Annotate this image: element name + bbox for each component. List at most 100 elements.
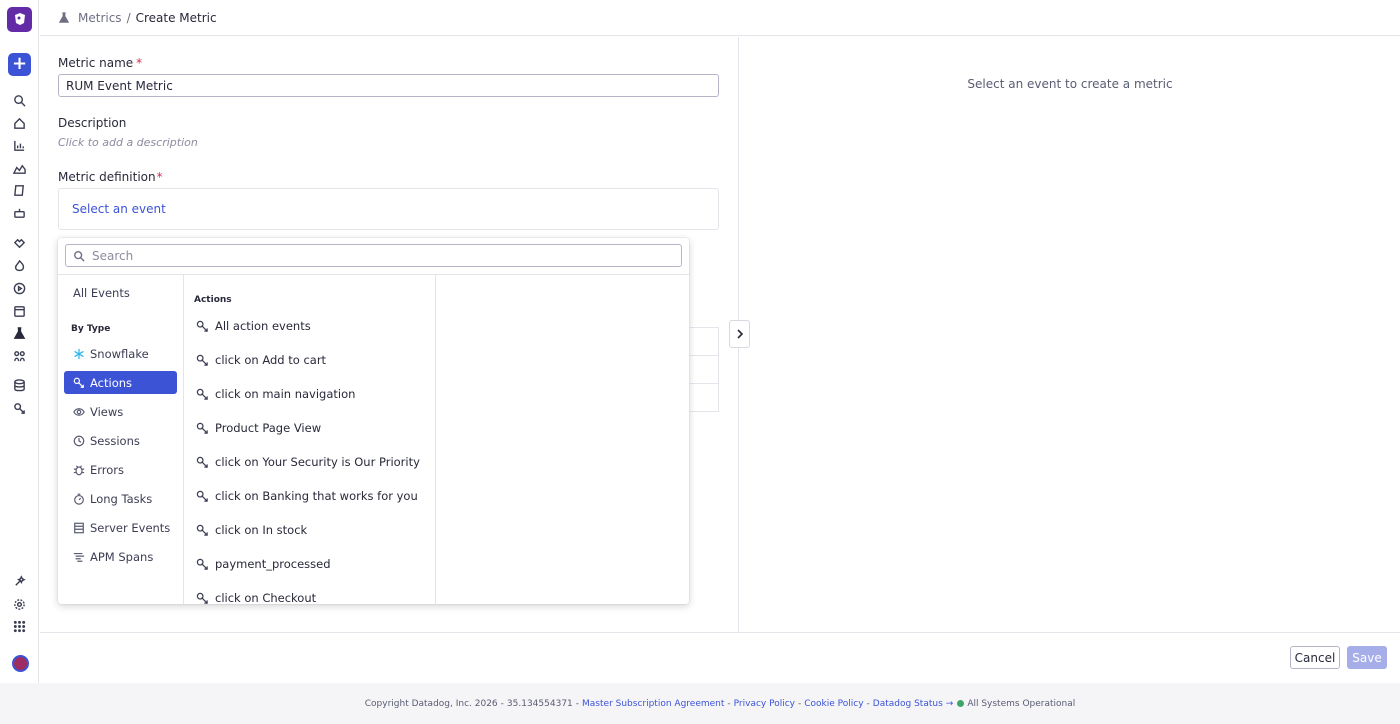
privacy-policy-link[interactable]: Privacy Policy bbox=[734, 699, 795, 709]
version-text: 35.134554371 bbox=[506, 698, 573, 709]
synthetics-icon[interactable] bbox=[11, 303, 27, 319]
preview-pane: Select an event to create a metric bbox=[740, 37, 1400, 632]
user-avatar[interactable] bbox=[12, 655, 29, 672]
event-picker-columns: All Events By Type Snowflake Actions Vie… bbox=[58, 274, 689, 604]
arrow-right-icon: → bbox=[945, 698, 954, 709]
sparkle-icon[interactable] bbox=[11, 573, 27, 589]
action-icon bbox=[196, 592, 208, 604]
dashboards-icon[interactable] bbox=[11, 137, 27, 153]
action-icon bbox=[73, 377, 84, 388]
event-item-label: Product Page View bbox=[215, 421, 322, 435]
by-type-heading: By Type bbox=[71, 324, 111, 334]
event-picker-dropdown: All Events By Type Snowflake Actions Vie… bbox=[58, 238, 689, 604]
type-item-server-events[interactable]: Server Events bbox=[64, 516, 177, 539]
datadog-logo-icon[interactable] bbox=[7, 7, 32, 32]
event-item[interactable]: click on In stock bbox=[196, 523, 307, 537]
action-icon bbox=[196, 456, 208, 468]
event-item[interactable]: click on Add to cart bbox=[196, 353, 326, 367]
event-item[interactable]: click on main navigation bbox=[196, 387, 355, 401]
status-dot-icon bbox=[957, 700, 965, 707]
clock-icon bbox=[73, 435, 85, 446]
type-item-label: Snowflake bbox=[90, 346, 149, 361]
metric-definition-label: Metric definition* bbox=[58, 170, 163, 184]
home-icon[interactable] bbox=[11, 115, 27, 131]
type-item-views[interactable]: Views bbox=[64, 400, 177, 423]
notebooks-icon[interactable] bbox=[11, 182, 27, 198]
play-icon[interactable] bbox=[11, 280, 27, 296]
breadcrumb: Metrics / Create Metric bbox=[40, 0, 1400, 36]
type-item-sessions[interactable]: Sessions bbox=[64, 429, 177, 452]
type-item-label: APM Spans bbox=[90, 549, 154, 564]
event-item-label: click on In stock bbox=[215, 523, 308, 537]
breadcrumb-separator: / bbox=[126, 10, 131, 25]
sidebar: + bbox=[0, 0, 39, 683]
action-icon bbox=[196, 388, 208, 400]
server-icon bbox=[74, 522, 84, 533]
event-item-label: click on Checkout bbox=[215, 591, 317, 604]
actions-heading: Actions bbox=[194, 295, 232, 305]
event-search-input[interactable] bbox=[92, 248, 681, 263]
event-search bbox=[65, 244, 682, 267]
type-item-label: Long Tasks bbox=[90, 491, 153, 506]
database-icon[interactable] bbox=[11, 377, 27, 393]
event-item[interactable]: click on Banking that works for you bbox=[196, 489, 418, 503]
eye-icon bbox=[73, 407, 85, 416]
type-item-label: Actions bbox=[90, 375, 133, 390]
all-events-item[interactable]: All Events bbox=[73, 286, 130, 300]
action-icon bbox=[196, 320, 208, 332]
integrations-icon[interactable] bbox=[11, 348, 27, 364]
event-item[interactable]: All action events bbox=[196, 319, 311, 333]
search-icon bbox=[74, 250, 85, 262]
datadog-status-link[interactable]: Datadog Status bbox=[873, 699, 943, 709]
action-icon bbox=[196, 490, 208, 502]
description-field[interactable]: Click to add a description bbox=[58, 136, 198, 149]
type-item-label: Errors bbox=[90, 462, 125, 477]
type-item-actions[interactable]: Actions bbox=[64, 371, 177, 394]
rum-icon[interactable] bbox=[11, 400, 27, 416]
form-action-bar bbox=[40, 632, 1400, 682]
security-icon[interactable] bbox=[11, 258, 27, 274]
cookie-policy-link[interactable]: Cookie Policy bbox=[804, 699, 863, 709]
infrastructure-icon[interactable] bbox=[11, 160, 27, 176]
gear-icon[interactable] bbox=[11, 596, 27, 612]
copyright-text: Copyright Datadog, Inc. 2026 bbox=[364, 698, 498, 709]
type-item-apm-spans[interactable]: APM Spans bbox=[64, 545, 177, 568]
snowflake-icon bbox=[74, 348, 84, 359]
breadcrumb-metrics-link[interactable]: Metrics bbox=[78, 11, 122, 25]
action-icon bbox=[196, 354, 208, 366]
robot-icon[interactable] bbox=[11, 205, 27, 221]
event-item[interactable]: click on Your Security is Our Priority bbox=[196, 455, 420, 469]
new-item-plus-icon[interactable]: + bbox=[8, 53, 31, 76]
flask-icon bbox=[58, 11, 70, 23]
metric-definition-box: Select an event bbox=[58, 188, 719, 230]
metric-name-label: Metric name * bbox=[58, 56, 143, 70]
event-item[interactable]: click on Checkout bbox=[196, 591, 316, 604]
save-button[interactable]: Save bbox=[1347, 646, 1387, 669]
bug-icon bbox=[73, 464, 85, 475]
action-icon bbox=[196, 558, 208, 570]
event-item-label: click on Banking that works for you bbox=[215, 489, 418, 503]
select-event-link[interactable]: Select an event bbox=[72, 202, 166, 216]
cancel-button[interactable]: Cancel bbox=[1290, 646, 1340, 669]
type-item-snowflake[interactable]: Snowflake bbox=[64, 342, 177, 365]
required-mark: * bbox=[156, 170, 163, 184]
apps-grid-icon[interactable] bbox=[11, 618, 27, 634]
preview-placeholder: Select an event to create a metric bbox=[967, 77, 1173, 91]
description-label: Description bbox=[58, 116, 127, 130]
type-item-long-tasks[interactable]: Long Tasks bbox=[64, 487, 177, 510]
event-type-column: All Events By Type Snowflake Actions Vie… bbox=[58, 275, 184, 604]
search-icon[interactable] bbox=[11, 92, 27, 108]
action-icon bbox=[196, 422, 208, 434]
type-item-label: Views bbox=[90, 404, 124, 419]
msa-link[interactable]: Master Subscription Agreement bbox=[582, 699, 724, 709]
flask-icon[interactable] bbox=[11, 325, 27, 341]
event-item[interactable]: payment_processed bbox=[196, 557, 331, 571]
type-item-label: Server Events bbox=[90, 520, 171, 535]
event-list-column: Actions All action events click on Add t… bbox=[184, 275, 436, 604]
event-item[interactable]: Product Page View bbox=[196, 421, 321, 435]
hidden-table-rows bbox=[690, 327, 719, 412]
type-item-errors[interactable]: Errors bbox=[64, 458, 177, 481]
metric-name-input[interactable] bbox=[58, 74, 719, 97]
type-item-label: Sessions bbox=[90, 433, 140, 448]
apm-icon[interactable] bbox=[11, 235, 27, 251]
